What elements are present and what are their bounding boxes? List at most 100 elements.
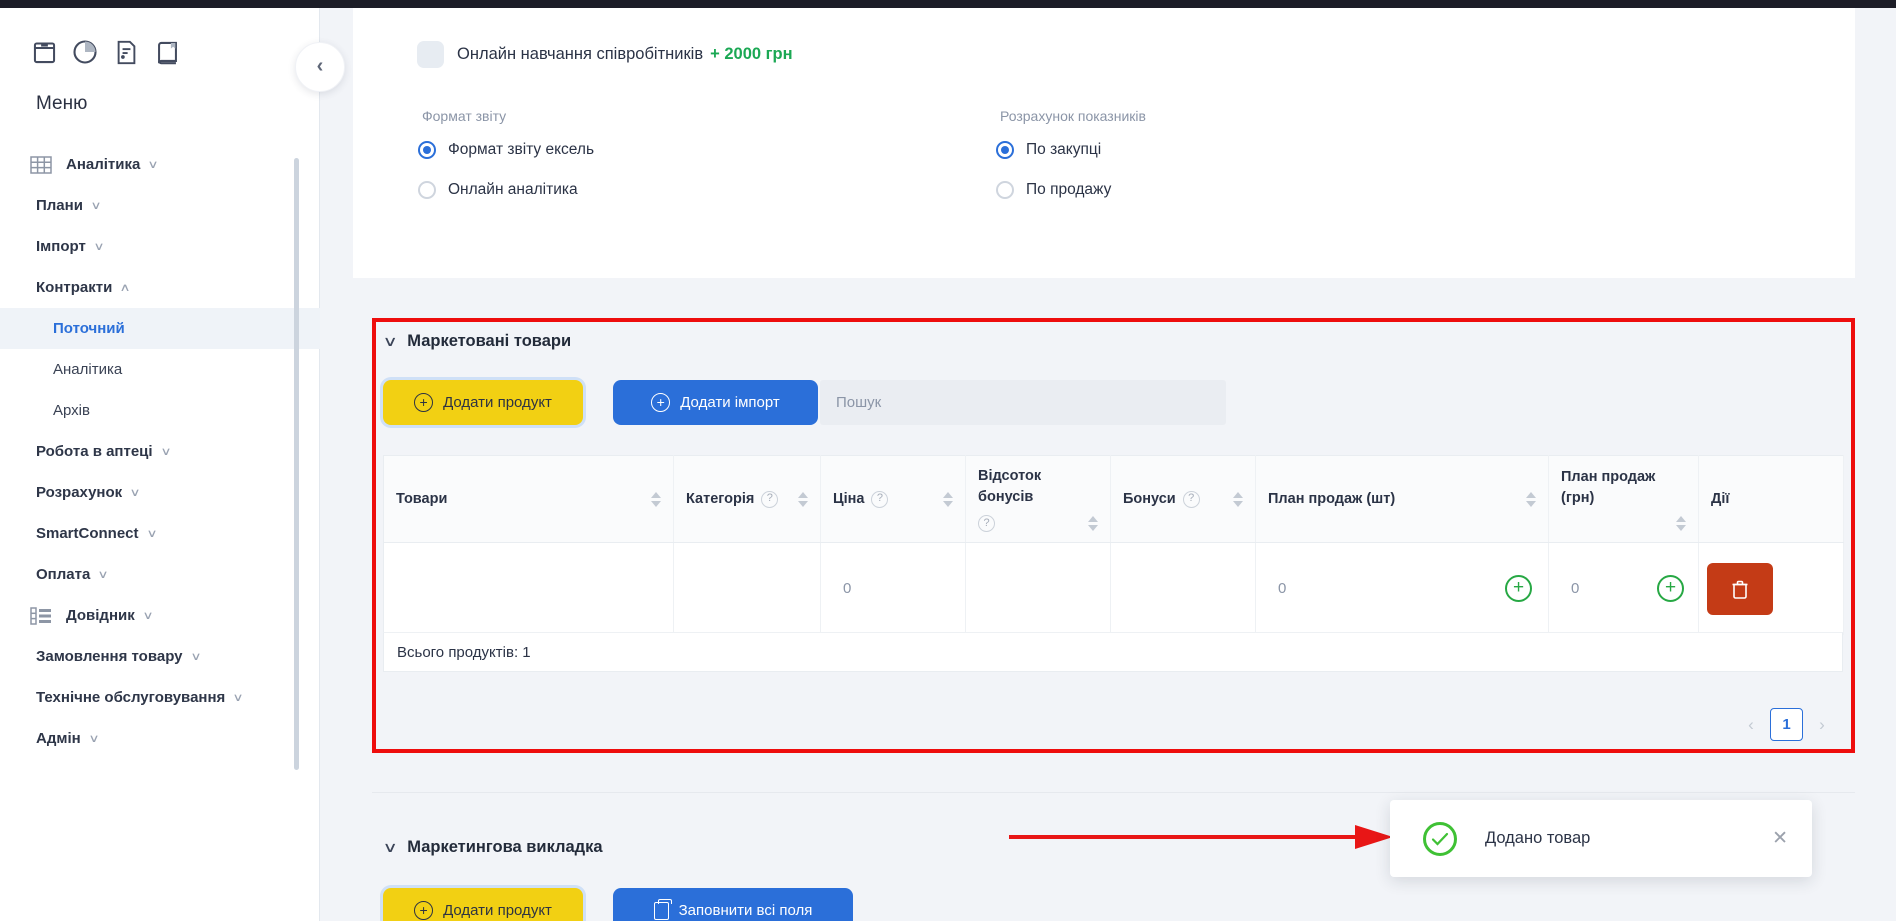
cell-product[interactable] [384, 543, 674, 635]
radio-icon [996, 141, 1014, 159]
plus-circle-icon [651, 393, 670, 412]
plus-circle-icon [414, 901, 433, 920]
online-training-row: Онлайн навчання співробітників + 2000 гр… [417, 41, 793, 68]
fill-all-fields-button[interactable]: Заповнити всі поля [613, 888, 853, 921]
pagination-next-icon[interactable]: › [1813, 715, 1831, 735]
pagination-prev-icon[interactable]: ‹ [1742, 715, 1760, 735]
add-product-button[interactable]: Додати продукт [383, 380, 583, 425]
column-header-plan-qty[interactable]: План продаж (шт) [1256, 456, 1549, 543]
list-icon [30, 607, 52, 625]
sidebar-title: Меню [36, 93, 87, 115]
radio-icon [996, 181, 1014, 199]
cell-category[interactable] [674, 543, 821, 635]
help-icon[interactable] [871, 491, 888, 508]
pie-chart-icon[interactable] [71, 38, 99, 66]
chevron-down-icon: ∨ [233, 691, 244, 704]
sidebar-nav: Аналітика∨ Плани∨ Імпорт∨ Контракти∧ Пот… [0, 144, 320, 759]
increment-plus-icon[interactable] [1505, 575, 1532, 602]
chevron-down-icon: ∨ [90, 199, 101, 212]
close-icon[interactable] [1772, 827, 1788, 850]
radio-by-sales[interactable]: По продажу [996, 181, 1111, 199]
cell-bonus-percent[interactable] [966, 543, 1111, 635]
sort-icon [1676, 516, 1686, 531]
column-header-price[interactable]: Ціна [821, 456, 966, 543]
chevron-down-icon: ∨ [190, 650, 201, 663]
section-title: Маркетовані товари [407, 332, 571, 351]
report-format-group-label: Формат звіту [422, 108, 506, 124]
radio-report-excel[interactable]: Формат звіту ексель [418, 141, 594, 159]
archive-box-icon[interactable] [30, 38, 58, 66]
cell-price[interactable]: 0 [821, 543, 966, 635]
sidebar-item-rozrakhunok[interactable]: Розрахунок∨ [0, 472, 320, 513]
column-header-bonus-percent[interactable]: Відсоток бонусів [966, 456, 1111, 543]
add-product-button-2[interactable]: Додати продукт [383, 888, 583, 921]
book-icon[interactable] [153, 38, 181, 66]
delete-row-button[interactable] [1707, 563, 1773, 615]
products-total: Всього продуктів: 1 [383, 632, 1843, 672]
increment-plus-icon[interactable] [1657, 575, 1684, 602]
plan-uah-value[interactable]: 0 [1571, 580, 1579, 597]
search-input[interactable] [820, 380, 1226, 425]
chevron-down-icon[interactable]: ∨ [382, 333, 397, 350]
radio-by-purchase[interactable]: По закупці [996, 141, 1101, 159]
sidebar-item-potochnyi[interactable]: Поточний [0, 308, 320, 349]
chevron-down-icon[interactable]: ∨ [382, 839, 397, 856]
radio-online-analytics[interactable]: Онлайн аналітика [418, 181, 578, 199]
column-header-category[interactable]: Категорія [674, 456, 821, 543]
cell-plan-uah: 0 [1549, 543, 1699, 635]
sidebar-item-arkhiv[interactable]: Архів [0, 390, 320, 431]
sidebar-item-tekhnichne-obsluhovuvannia[interactable]: Технічне обслуговування∨ [0, 677, 320, 718]
sidebar-scrollbar[interactable] [294, 158, 299, 770]
chevron-down-icon: ∨ [142, 609, 153, 622]
help-icon[interactable] [978, 515, 995, 532]
sidebar-item-admin[interactable]: Адмін∨ [0, 718, 320, 759]
sidebar-item-smartconnect[interactable]: SmartConnect∨ [0, 513, 320, 554]
sidebar-item-dovidnyk[interactable]: Довідник∨ [0, 595, 320, 636]
sidebar-item-plany[interactable]: Плани∨ [0, 185, 320, 226]
table-row: 0 0 0 [384, 543, 1844, 635]
sidebar-item-robota-v-aptetsi[interactable]: Робота в аптеці∨ [0, 431, 320, 472]
sidebar-item-zamovlennia-tovaru[interactable]: Замовлення товару∨ [0, 636, 320, 677]
sort-icon [1233, 492, 1243, 507]
plan-qty-value[interactable]: 0 [1278, 580, 1286, 597]
sidebar-item-oplata[interactable]: Оплата∨ [0, 554, 320, 595]
column-header-bonuses[interactable]: Бонуси [1111, 456, 1256, 543]
sidebar-item-analitika-sub[interactable]: Аналітика [0, 349, 320, 390]
pagination-page-1[interactable]: 1 [1770, 708, 1803, 741]
document-icon[interactable] [112, 38, 140, 66]
online-training-checkbox[interactable] [417, 41, 444, 68]
chevron-down-icon: ∨ [98, 568, 109, 581]
chevron-down-icon: ∨ [146, 527, 157, 540]
help-icon[interactable] [1183, 491, 1200, 508]
sidebar-item-analitika[interactable]: Аналітика∨ [0, 144, 320, 185]
sidebar: Меню Аналітика∨ Плани∨ Імпорт∨ Контракти… [0, 8, 320, 921]
pagination: ‹ 1 › [1742, 708, 1831, 741]
plus-circle-icon [414, 393, 433, 412]
section-title: Маркетингова викладка [407, 838, 602, 857]
grid-icon [30, 156, 52, 174]
copy-icon [654, 902, 669, 920]
sidebar-item-kontrakty[interactable]: Контракти∧ [0, 267, 320, 308]
sidebar-item-import[interactable]: Імпорт∨ [0, 226, 320, 267]
products-table: Товари Категорія Ціна Відсоток бонусів Б… [383, 455, 1844, 635]
column-header-actions: Дії [1699, 456, 1844, 543]
column-header-products[interactable]: Товари [384, 456, 674, 543]
chevron-down-icon: ∨ [160, 445, 171, 458]
sidebar-collapse-button[interactable]: ‹ [295, 42, 345, 92]
help-icon[interactable] [761, 491, 778, 508]
table-header-row: Товари Категорія Ціна Відсоток бонусів Б… [384, 456, 1844, 543]
success-check-icon [1423, 822, 1457, 856]
column-header-plan-uah[interactable]: План продаж (грн) [1549, 456, 1699, 543]
section-divider [372, 792, 1855, 793]
chevron-down-icon: ∨ [130, 486, 141, 499]
radio-icon [418, 141, 436, 159]
cell-actions [1699, 543, 1844, 635]
chevron-down-icon: ∨ [88, 732, 99, 745]
marketing-layout-header: ∨ Маркетингова викладка [385, 838, 603, 857]
toast-success: Додано товар [1390, 800, 1812, 877]
add-import-button[interactable]: Додати імпорт [613, 380, 818, 425]
sidebar-quick-icons [30, 38, 181, 66]
online-training-label: Онлайн навчання співробітників [457, 45, 703, 64]
calc-mode-group-label: Розрахунок показників [1000, 108, 1146, 124]
cell-bonuses[interactable] [1111, 543, 1256, 635]
